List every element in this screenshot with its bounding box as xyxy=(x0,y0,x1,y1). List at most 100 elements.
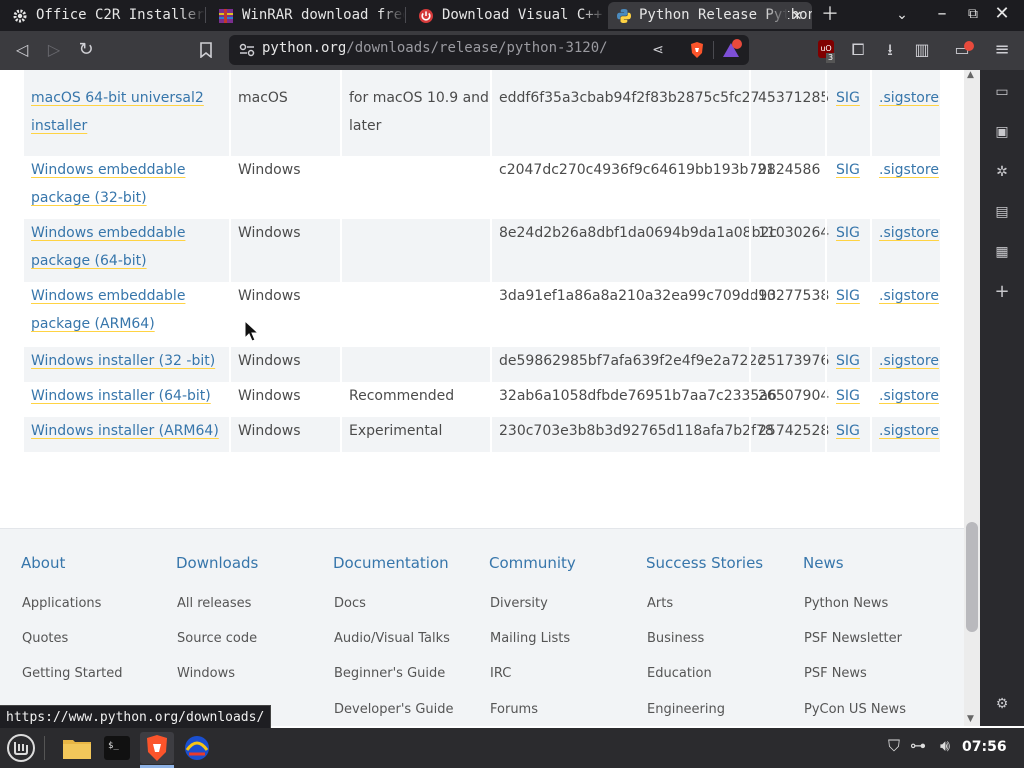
scroll-down-arrow[interactable]: ▼ xyxy=(967,714,974,724)
page-scrollbar[interactable]: ▲ ▼ xyxy=(964,70,980,726)
download-link[interactable]: Windows embeddable xyxy=(31,156,185,184)
footer-link[interactable]: Engineering xyxy=(647,702,725,717)
sig-link[interactable]: SIG xyxy=(836,347,860,375)
sigstore-link[interactable]: .sigstore xyxy=(879,84,939,112)
address-bar[interactable]: python.org/downloads/release/python-3120… xyxy=(229,35,749,65)
window-maximize-button[interactable]: ⧉ xyxy=(963,4,983,24)
download-link[interactable]: package (32-bit) xyxy=(31,184,147,212)
sigstore-link[interactable]: .sigstore xyxy=(879,417,939,445)
footer-link[interactable]: Windows xyxy=(177,666,235,681)
app-taskbar-icon[interactable] xyxy=(180,732,214,764)
network-tray-icon[interactable]: ⊶ xyxy=(908,736,928,760)
footer-link[interactable]: Education xyxy=(647,666,712,681)
reading-list-icon[interactable]: ▦ xyxy=(992,242,1012,262)
download-link[interactable]: Windows installer (ARM64) xyxy=(31,417,219,445)
download-link[interactable]: Windows installer (32 -bit) xyxy=(31,347,215,375)
footer-link[interactable]: Business xyxy=(647,631,704,646)
bookmark-icon[interactable] xyxy=(196,40,216,60)
tab-winrar[interactable]: WinRAR download free xyxy=(206,2,405,29)
extensions-puzzle-icon[interactable]: ⧠ xyxy=(848,40,868,60)
footer-heading[interactable]: Downloads xyxy=(176,554,258,572)
footer-link[interactable]: Python News xyxy=(804,596,888,611)
tab-office-c2r[interactable]: Office C2R Installer xyxy=(0,2,205,29)
sig-link[interactable]: SIG xyxy=(836,156,860,184)
bookmarks-sidebar-icon[interactable]: ▤ xyxy=(992,202,1012,222)
forward-icon[interactable]: ▷ xyxy=(44,40,64,60)
terminal-icon[interactable]: $_ xyxy=(100,732,134,764)
brave-shields-icon[interactable] xyxy=(689,41,705,59)
footer-link[interactable]: Forums xyxy=(490,702,538,717)
footer-link[interactable]: Docs xyxy=(334,596,366,611)
footer-link[interactable]: IRC xyxy=(490,666,511,681)
footer-link[interactable]: PSF Newsletter xyxy=(804,631,902,646)
shield-tray-icon[interactable]: ⛉ xyxy=(884,736,904,760)
scroll-up-arrow[interactable]: ▲ xyxy=(967,70,974,80)
footer-link[interactable]: Getting Started xyxy=(22,666,123,681)
tab-close-button[interactable]: ✕ xyxy=(788,5,806,25)
footer-link[interactable]: Source code xyxy=(177,631,257,646)
menu-hamburger-icon[interactable]: ≡ xyxy=(992,40,1012,60)
footer-link[interactable]: PyCon US News xyxy=(804,702,906,717)
back-icon[interactable]: ◁ xyxy=(12,40,32,60)
footer-link[interactable]: Beginner's Guide xyxy=(334,666,445,681)
sigstore-link[interactable]: .sigstore xyxy=(879,347,939,375)
share-icon[interactable]: ⋖ xyxy=(649,42,667,60)
sigstore-link[interactable]: .sigstore xyxy=(879,282,939,310)
download-link[interactable]: macOS 64-bit universal2 xyxy=(31,84,204,112)
sigstore-link[interactable]: .sigstore xyxy=(879,382,939,410)
sidebar-settings-icon[interactable]: ⚙ xyxy=(992,694,1012,714)
footer-heading[interactable]: Community xyxy=(489,554,576,572)
table-cell: 25173976 xyxy=(758,353,830,369)
tab-list-chevron-icon[interactable]: ⌄ xyxy=(892,5,912,25)
column-separator xyxy=(749,282,751,347)
reload-icon[interactable]: ↻ xyxy=(76,40,96,60)
footer-link[interactable]: PSF News xyxy=(804,666,867,681)
footer-heading[interactable]: Documentation xyxy=(333,554,449,572)
window-close-button[interactable]: ✕ xyxy=(992,4,1012,24)
mint-menu-icon[interactable] xyxy=(4,732,38,764)
download-link[interactable]: Windows embeddable xyxy=(31,282,185,310)
footer-link[interactable]: Quotes xyxy=(22,631,68,646)
wallet-sidebar-icon[interactable]: ▣ xyxy=(992,122,1012,142)
sigstore-link[interactable]: .sigstore xyxy=(879,156,939,184)
footer-heading[interactable]: Success Stories xyxy=(646,554,763,572)
scrollbar-thumb[interactable] xyxy=(966,522,978,632)
sig-link[interactable]: SIG xyxy=(836,219,860,247)
sig-link[interactable]: SIG xyxy=(836,282,860,310)
download-link[interactable]: Windows embeddable xyxy=(31,219,185,247)
download-link[interactable]: Windows installer (64-bit) xyxy=(31,382,211,410)
footer-link[interactable]: Mailing Lists xyxy=(490,631,570,646)
download-link[interactable]: package (64-bit) xyxy=(31,247,147,275)
footer-link[interactable]: Applications xyxy=(22,596,101,611)
sig-link[interactable]: SIG xyxy=(836,84,860,112)
footer-heading[interactable]: News xyxy=(803,554,844,572)
footer-link[interactable]: Developer's Guide xyxy=(334,702,454,717)
sig-link[interactable]: SIG xyxy=(836,382,860,410)
brave-browser-taskbar-icon[interactable] xyxy=(140,732,174,764)
sigstore-link[interactable]: .sigstore xyxy=(879,219,939,247)
footer-heading[interactable]: About xyxy=(21,554,65,572)
downloads-icon[interactable]: ⭳ xyxy=(880,40,900,60)
sig-link[interactable]: SIG xyxy=(836,417,860,445)
leo-ai-icon[interactable]: ✲ xyxy=(992,162,1012,182)
footer-link[interactable]: Diversity xyxy=(490,596,548,611)
tab-visual-cpp[interactable]: Download Visual C++ xyxy=(406,2,606,29)
taskbar-clock[interactable]: 07:56 xyxy=(962,739,1007,755)
video-icon[interactable]: ▭ xyxy=(992,82,1012,102)
table-cell: 3da91ef1a86a8a210a32ea99c709dd93 xyxy=(499,288,777,304)
site-footer: About Applications Quotes Getting Started Do… xyxy=(0,528,964,726)
table-cell: 9824586 xyxy=(758,162,821,178)
download-link[interactable]: installer xyxy=(31,112,87,140)
sidebar-toggle-icon[interactable]: ▥ xyxy=(912,40,932,60)
new-tab-button[interactable]: ＋ xyxy=(820,5,840,25)
files-folder-icon[interactable] xyxy=(60,732,94,764)
footer-link[interactable]: Arts xyxy=(647,596,673,611)
add-sidebar-item-icon[interactable]: + xyxy=(992,282,1012,302)
footer-link[interactable]: All releases xyxy=(177,596,251,611)
tab-python-release[interactable]: Python Release Python ✕ xyxy=(608,2,812,29)
volume-tray-icon[interactable]: 🔊︎ xyxy=(934,736,956,760)
site-info-icon[interactable] xyxy=(239,43,255,57)
footer-link[interactable]: Audio/Visual Talks xyxy=(334,631,450,646)
download-link[interactable]: package (ARM64) xyxy=(31,310,155,338)
window-minimize-button[interactable]: – xyxy=(932,4,952,24)
